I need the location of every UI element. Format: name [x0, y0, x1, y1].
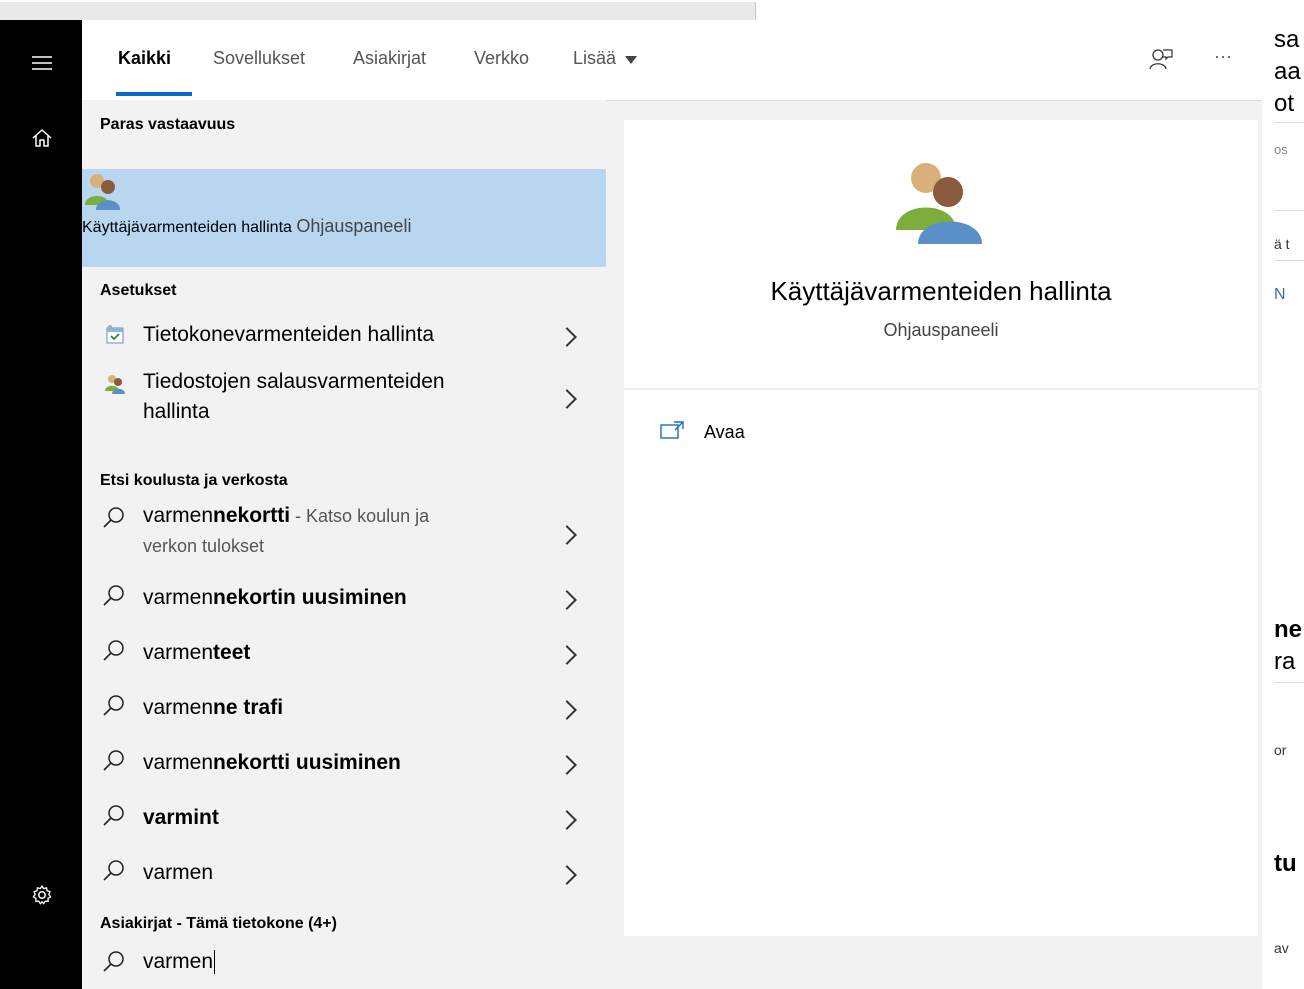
- more-options-button[interactable]: ···: [1214, 46, 1232, 67]
- search-icon: [102, 584, 126, 613]
- settings-item-label-line1: Tiedostojen salausvarmenteiden: [143, 370, 445, 393]
- web-suggestion[interactable]: varmennekortin uusiminen: [82, 576, 606, 622]
- web-suggestion-text: varmennekortti uusiminen: [143, 751, 401, 774]
- background-window-toolbar: [0, 2, 756, 20]
- bg-text-fragment: ot: [1274, 90, 1295, 117]
- search-icon: [102, 859, 126, 888]
- web-suggestion-text: varmennekortin uusiminen: [143, 586, 407, 609]
- home-icon[interactable]: [27, 123, 57, 153]
- web-suggestion[interactable]: varmenteet: [82, 631, 606, 677]
- section-best-match: Paras vastaavuus: [100, 116, 236, 133]
- best-match-item[interactable]: Käyttäjävarmenteiden hallinta Ohjauspane…: [82, 169, 606, 267]
- open-action[interactable]: Avaa: [660, 416, 860, 452]
- chevron-right-icon: [557, 755, 577, 775]
- hamburger-menu-icon[interactable]: [27, 48, 57, 78]
- search-panel: Kaikki Sovellukset Asiakirjat Verkko Lis…: [0, 20, 1262, 989]
- preview-divider: [624, 388, 1258, 390]
- search-icon: [102, 639, 126, 668]
- navigation-rail: [0, 20, 82, 989]
- settings-item[interactable]: Tietokonevarmenteiden hallinta: [82, 312, 606, 358]
- preview-pane: Käyttäjävarmenteiden hallinta Ohjauspane…: [624, 120, 1258, 936]
- bg-text-fragment: ne: [1274, 616, 1303, 643]
- bg-text-fragment: sa: [1274, 26, 1300, 53]
- web-suggestion[interactable]: varmenne trafi: [82, 686, 606, 732]
- certificate-settings-icon: [104, 324, 126, 351]
- search-icon: [102, 694, 126, 723]
- bg-text-fragment: ä t: [1274, 236, 1290, 252]
- bg-text-fragment: ra: [1274, 648, 1296, 675]
- bg-text-fragment: N: [1274, 286, 1286, 303]
- best-match-subtitle: Ohjauspaneeli: [296, 216, 412, 236]
- chevron-right-icon: [557, 389, 577, 409]
- chevron-right-icon: [557, 327, 577, 347]
- scope-tabs: Kaikki Sovellukset Asiakirjat Verkko Lis…: [82, 20, 1262, 101]
- web-suggestion[interactable]: varmennekortti - Katso koulun ja verkon …: [82, 500, 606, 564]
- bg-text-fragment: aa: [1274, 58, 1301, 85]
- chevron-right-icon: [557, 810, 577, 830]
- chevron-right-icon: [557, 525, 577, 545]
- text-cursor: [214, 950, 216, 975]
- bg-divider: [1274, 260, 1304, 261]
- web-suggestion-text: varmenteet: [143, 641, 251, 664]
- section-documents[interactable]: Asiakirjat - Tämä tietokone (4+): [100, 915, 337, 933]
- web-suggestion-subtext: verkon tulokset: [143, 536, 265, 556]
- chevron-right-icon: [557, 590, 577, 610]
- preview-subtitle: Ohjauspaneeli: [883, 320, 999, 340]
- active-tab-indicator: [116, 92, 192, 96]
- bg-divider: [1274, 210, 1304, 211]
- open-action-label: Avaa: [704, 422, 745, 442]
- web-suggestion-text: varmen: [143, 861, 214, 884]
- settings-item[interactable]: Tiedostojen salausvarmenteiden hallinta: [82, 366, 606, 428]
- user-accounts-large-icon: [888, 152, 988, 251]
- section-web-search: Etsi koulusta ja verkosta: [100, 472, 288, 489]
- search-icon: [102, 749, 126, 778]
- search-query: varmen: [143, 950, 214, 973]
- tab-more-dropdown[interactable]: Lisää: [573, 48, 638, 69]
- bg-text-fragment: tu: [1274, 850, 1297, 877]
- bg-text-fragment: os: [1274, 142, 1288, 157]
- web-suggestion-text: varmenne trafi: [143, 696, 284, 719]
- bg-divider: [1274, 122, 1304, 123]
- chevron-right-icon: [557, 865, 577, 885]
- tab-more-label: Lisää: [573, 48, 617, 68]
- bg-text-fragment: or: [1274, 742, 1287, 758]
- tab-sovellukset[interactable]: Sovellukset: [213, 48, 305, 69]
- caret-down-icon: [625, 56, 638, 64]
- background-window: sa aa ot os ä t N ne ra or tu av: [1262, 20, 1304, 989]
- web-suggestion[interactable]: varmint: [82, 796, 606, 842]
- settings-item-label: Tietokonevarmenteiden hallinta: [143, 323, 435, 346]
- search-box[interactable]: varmen: [82, 936, 1262, 989]
- preview-title: Käyttäjävarmenteiden hallinta: [770, 276, 1112, 306]
- open-external-icon: [660, 421, 684, 439]
- best-match-title: Käyttäjävarmenteiden hallinta: [82, 219, 292, 236]
- search-icon: [102, 506, 126, 535]
- settings-item-label-line2: hallinta: [143, 400, 210, 423]
- bg-divider: [1274, 682, 1304, 683]
- tab-asiakirjat[interactable]: Asiakirjat: [353, 48, 426, 69]
- tab-verkko[interactable]: Verkko: [474, 48, 529, 69]
- bg-text-fragment: av: [1274, 940, 1289, 956]
- chevron-right-icon: [557, 700, 577, 720]
- search-input[interactable]: varmen: [143, 950, 216, 975]
- web-suggestion-text: varmint: [143, 806, 219, 829]
- web-suggestion[interactable]: varmen: [82, 851, 606, 897]
- web-suggestion-text: varmennekortti - Katso koulun ja: [143, 504, 430, 527]
- user-accounts-icon: [82, 169, 606, 216]
- tab-kaikki[interactable]: Kaikki: [118, 48, 171, 69]
- encryption-certificate-icon: [104, 372, 126, 399]
- section-settings: Asetukset: [100, 282, 177, 299]
- search-icon: [102, 950, 126, 979]
- chevron-right-icon: [557, 645, 577, 665]
- results-list: Paras vastaavuus Käyttäjävarmenteiden ha…: [82, 100, 606, 936]
- web-suggestion[interactable]: varmennekortti uusiminen: [82, 741, 606, 787]
- gear-icon[interactable]: [27, 880, 57, 910]
- search-icon: [102, 804, 126, 833]
- feedback-person-icon[interactable]: [1148, 46, 1174, 72]
